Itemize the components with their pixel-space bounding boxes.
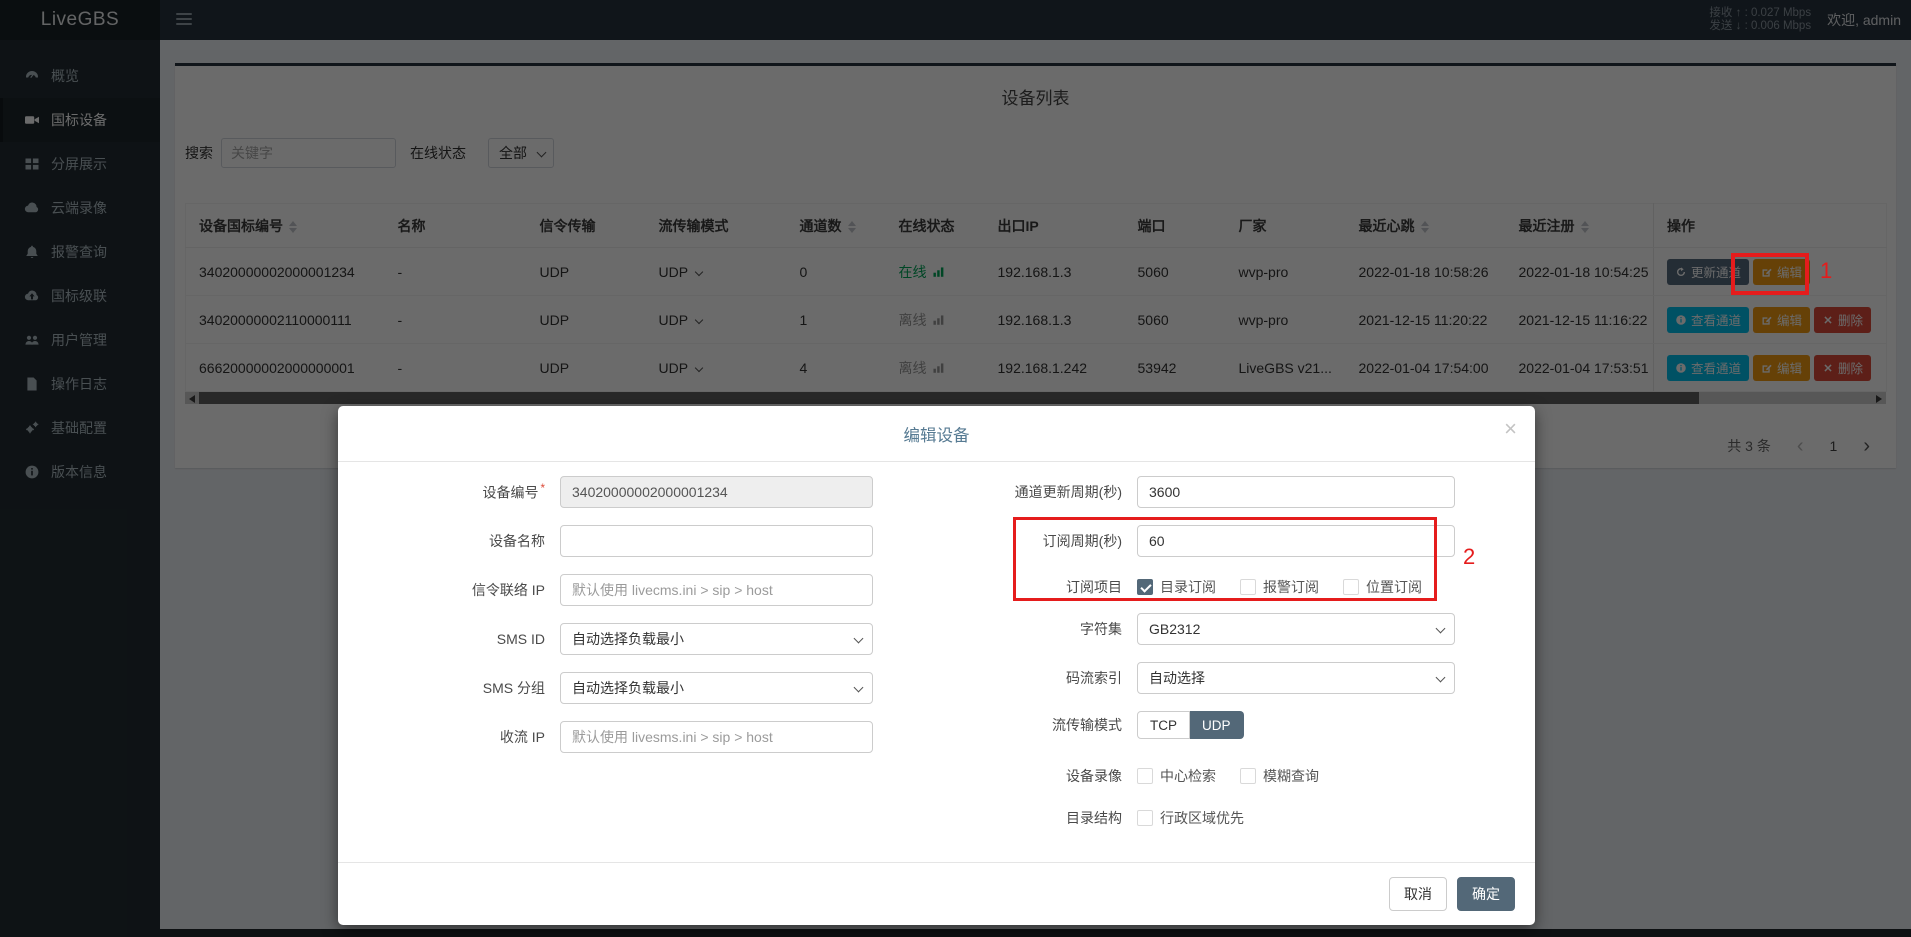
field-label: 收流 IP <box>338 727 560 747</box>
annotation-number-2: 2 <box>1463 544 1475 570</box>
modal-header: 编辑设备 × <box>338 406 1535 462</box>
field-label: 信令联络 IP <box>338 580 560 600</box>
checkbox-label: 模糊查询 <box>1263 766 1319 786</box>
modal-title: 编辑设备 <box>904 422 970 446</box>
close-icon[interactable]: × <box>1504 418 1517 440</box>
form-row-left-1: 设备编号* <box>338 476 920 508</box>
select-value: GB2312 <box>1149 621 1200 637</box>
form-row-right-1: 通道更新周期(秒) <box>920 476 1525 508</box>
form-row-left-6: 收流 IP <box>338 721 920 753</box>
form-row-left-4: SMS ID 自动选择负载最小 <box>338 623 920 655</box>
select-value: 自动选择负载最小 <box>572 629 684 649</box>
form-row-left-2: 设备名称 <box>338 525 920 557</box>
field-select[interactable]: 自动选择负载最小 <box>560 623 873 655</box>
app-root: LiveGBS 概览国标设备分屏展示云端录像报警查询国标级联用户管理操作日志基础… <box>0 0 1911 937</box>
field-label: 流传输模式 <box>920 715 1137 735</box>
form-row-left-5: SMS 分组自动选择负载最小 <box>338 672 920 704</box>
annotation-box-1 <box>1731 253 1809 295</box>
edit-device-modal: 编辑设备 × 设备编号*设备名称信令联络 IPSMS ID自动选择负载最小SMS… <box>338 406 1535 925</box>
select-value: 自动选择 <box>1149 668 1205 688</box>
field-label: 字符集 <box>920 619 1137 639</box>
checkbox-中心检索[interactable]: 中心检索 <box>1137 766 1216 786</box>
chevron-down-icon <box>854 634 864 644</box>
checkbox-group: 行政区域优先 <box>1137 808 1244 828</box>
form-row-right-7: 设备录像 中心检索 模糊查询 <box>920 762 1525 790</box>
stream-mode-toggle: TCPUDP <box>1137 711 1244 739</box>
field-label: 目录结构 <box>920 808 1137 828</box>
field-label: 设备录像 <box>920 766 1137 786</box>
field-label: SMS ID <box>338 631 560 647</box>
field-label: 通道更新周期(秒) <box>920 482 1137 502</box>
checkbox-box[interactable] <box>1240 768 1256 784</box>
field-input[interactable] <box>560 525 873 557</box>
chevron-down-icon <box>854 683 864 693</box>
cancel-button[interactable]: 取消 <box>1389 877 1447 911</box>
field-label: SMS 分组 <box>338 678 560 698</box>
toggle-tcp[interactable]: TCP <box>1137 711 1190 739</box>
field-select[interactable]: 自动选择负载最小 <box>560 672 873 704</box>
field-input[interactable] <box>1137 476 1455 508</box>
field-select[interactable]: 自动选择 <box>1137 662 1455 694</box>
chevron-down-icon <box>1436 673 1446 683</box>
modal-left-column: 设备编号*设备名称信令联络 IPSMS ID自动选择负载最小SMS 分组自动选择… <box>338 476 920 770</box>
field-input[interactable] <box>560 574 873 606</box>
checkbox-group: 中心检索 模糊查询 <box>1137 766 1319 786</box>
checkbox-模糊查询[interactable]: 模糊查询 <box>1240 766 1319 786</box>
field-input[interactable] <box>560 476 873 508</box>
checkbox-box[interactable] <box>1137 768 1153 784</box>
toggle-udp[interactable]: UDP <box>1190 711 1244 739</box>
checkbox-box[interactable] <box>1137 810 1153 826</box>
field-input[interactable] <box>560 721 873 753</box>
modal-footer: 取消 确定 <box>338 862 1535 925</box>
checkbox-行政区域优先[interactable]: 行政区域优先 <box>1137 808 1244 828</box>
form-row-right-8: 目录结构 行政区域优先 <box>920 804 1525 832</box>
form-row-right-4: 字符集 GB2312 <box>920 613 1525 645</box>
select-value: 自动选择负载最小 <box>572 678 684 698</box>
required-asterisk: * <box>540 482 545 495</box>
form-row-left-3: 信令联络 IP <box>338 574 920 606</box>
field-label: 设备名称 <box>338 531 560 551</box>
form-row-right-6: 流传输模式TCPUDP <box>920 711 1525 739</box>
checkbox-label: 行政区域优先 <box>1160 808 1244 828</box>
annotation-number-1: 1 <box>1820 258 1832 284</box>
checkbox-label: 中心检索 <box>1160 766 1216 786</box>
form-row-right-5: 码流索引自动选择 <box>920 662 1525 694</box>
field-label: 设备编号* <box>338 482 560 503</box>
confirm-button[interactable]: 确定 <box>1457 877 1515 911</box>
chevron-down-icon <box>1436 624 1446 634</box>
field-label: 码流索引 <box>920 668 1137 688</box>
annotation-box-2 <box>1013 517 1437 601</box>
field-select[interactable]: GB2312 <box>1137 613 1455 645</box>
